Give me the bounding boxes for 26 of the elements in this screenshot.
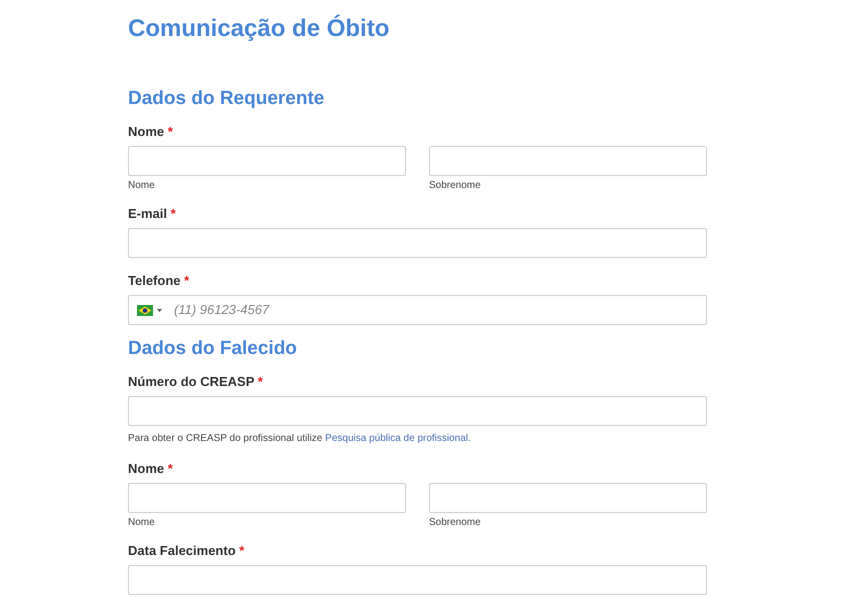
help-link[interactable]: Pesquisa pública de profissional. <box>325 433 471 444</box>
input-field[interactable] <box>128 146 406 176</box>
sublabel: Nome <box>128 179 156 193</box>
sublabel: Nome <box>128 516 156 530</box>
sublabel: Sobrenome <box>429 516 482 530</box>
caret-icon <box>157 308 162 312</box>
field-label: Nome * <box>128 460 174 478</box>
field-label: Data Falecimento * <box>128 542 246 560</box>
input-field[interactable] <box>128 396 707 426</box>
field-label: Telefone * <box>128 272 190 290</box>
input-field[interactable] <box>128 483 406 513</box>
page-title: Comunicação de Óbito <box>128 14 390 44</box>
sublabel: Sobrenome <box>429 179 482 193</box>
input-field[interactable] <box>429 483 707 513</box>
section-heading: Dados do Falecido <box>128 337 298 361</box>
flag-icon <box>137 304 153 316</box>
input-field[interactable] <box>128 228 707 258</box>
input-field[interactable] <box>429 146 707 176</box>
help-text: Para obter o CREASP do profissional utilize Pesquisa pública de profissional. <box>128 432 472 446</box>
phone-input[interactable]: (11) 96123-4567 <box>174 300 698 320</box>
field-label: Nome * <box>128 123 174 141</box>
section-heading: Dados do Requerente <box>128 87 326 111</box>
input-field[interactable] <box>128 565 707 595</box>
phone-field[interactable]: (11) 96123-4567 <box>128 295 707 325</box>
field-label: E-mail * <box>128 205 177 223</box>
field-label: Número do CREASP * <box>128 373 264 391</box>
